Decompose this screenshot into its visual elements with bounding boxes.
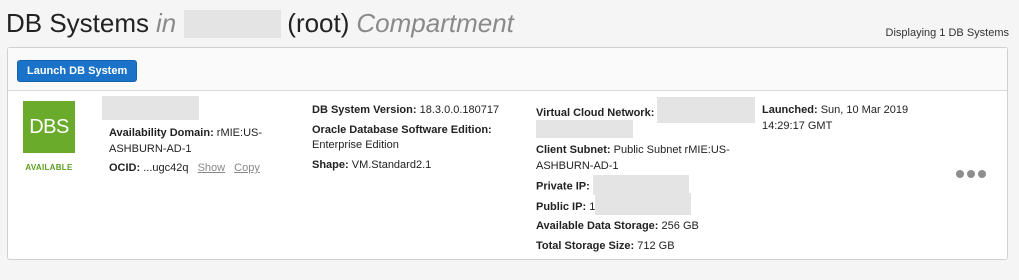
redacted-private-ip [592, 175, 689, 195]
dot-icon [956, 170, 964, 178]
db-system-row: DBS AVAILABLE Availability Domain: rMIE:… [8, 91, 1007, 259]
vcn-label: Virtual Cloud Network: [536, 106, 655, 119]
title-compartment: Compartment [356, 8, 514, 38]
availability-domain-label: Availability Domain: [109, 127, 214, 139]
shape-label: Shape: [312, 158, 349, 171]
ocid-copy-link[interactable]: Copy [234, 162, 260, 174]
details-column-2: DB System Version: 18.3.0.0.180717 Oracl… [312, 103, 522, 177]
client-subnet: Client Subnet: Public Subnet rMIE:US-ASH… [536, 143, 761, 174]
client-subnet-label: Client Subnet: [536, 144, 611, 156]
ocid-show-link[interactable]: Show [198, 162, 226, 174]
details-column-1: Availability Domain: rMIE:US-ASHBURN-AD-… [102, 96, 302, 181]
available-data-storage: Available Data Storage: 256 GB [536, 219, 761, 235]
launched: Launched: Sun, 10 Mar 2019 14:29:17 GMT [762, 103, 937, 134]
dot-icon [967, 170, 975, 178]
details-column-4: Launched: Sun, 10 Mar 2019 14:29:17 GMT [762, 103, 937, 138]
details-column-3: Virtual Cloud Network: Client Subnet: Pu… [536, 97, 761, 258]
public-ip-label: Public IP: [536, 200, 587, 213]
launch-db-system-button[interactable]: Launch DB System [17, 60, 138, 82]
launched-label: Launched: [762, 104, 818, 116]
more-actions-icon[interactable] [956, 170, 986, 178]
shape: Shape: VM.Standard2.1 [312, 158, 522, 174]
redacted-public-ip [595, 193, 692, 215]
total-storage-size-value: 712 GB [637, 239, 675, 252]
private-ip-label: Private IP: [536, 180, 590, 193]
ocid-label: OCID: [109, 162, 141, 174]
software-edition-value: Enterprise Edition [312, 139, 399, 151]
title-main: DB Systems [6, 8, 150, 38]
title-root: (root) [287, 8, 350, 38]
page-title: DB Systems in (root) Compartment [6, 8, 1009, 39]
software-edition-label: Oracle Database Software Edition: [312, 123, 492, 136]
redacted-vcn-link[interactable] [657, 97, 756, 123]
ocid: OCID: ...ugc42q Show Copy [102, 161, 302, 177]
availability-domain: Availability Domain: rMIE:US-ASHBURN-AD-… [102, 126, 302, 157]
dot-icon [978, 170, 986, 178]
available-data-storage-value: 256 GB [661, 220, 699, 233]
db-version-value: 18.3.0.0.180717 [419, 104, 500, 116]
page-header: DB Systems in (root) Compartment Display… [6, 8, 1009, 44]
toolbar: Launch DB System [8, 48, 1007, 91]
redacted-db-system-name[interactable] [102, 96, 199, 120]
total-storage-size: Total Storage Size: 712 GB [536, 239, 761, 255]
shape-value: VM.Standard2.1 [351, 158, 432, 171]
ocid-value: ...ugc42q [143, 162, 189, 174]
db-systems-panel: Launch DB System DBS AVAILABLE Availabil… [7, 47, 1008, 260]
vcn: Virtual Cloud Network: [536, 97, 761, 123]
results-count: Displaying 1 DB Systems [885, 27, 1010, 39]
dbs-icon[interactable]: DBS [23, 101, 75, 153]
redacted-compartment-name [184, 9, 282, 38]
title-in: in [156, 8, 177, 38]
available-data-storage-label: Available Data Storage: [536, 220, 659, 233]
status-badge: AVAILABLE [25, 163, 73, 172]
software-edition: Oracle Database Software Edition: Enterp… [312, 123, 522, 154]
public-ip: Public IP: 1 [536, 193, 761, 215]
total-storage-size-label: Total Storage Size: [536, 239, 635, 252]
db-version-label: DB System Version: [312, 104, 417, 116]
db-version: DB System Version: 18.3.0.0.180717 [312, 103, 522, 119]
